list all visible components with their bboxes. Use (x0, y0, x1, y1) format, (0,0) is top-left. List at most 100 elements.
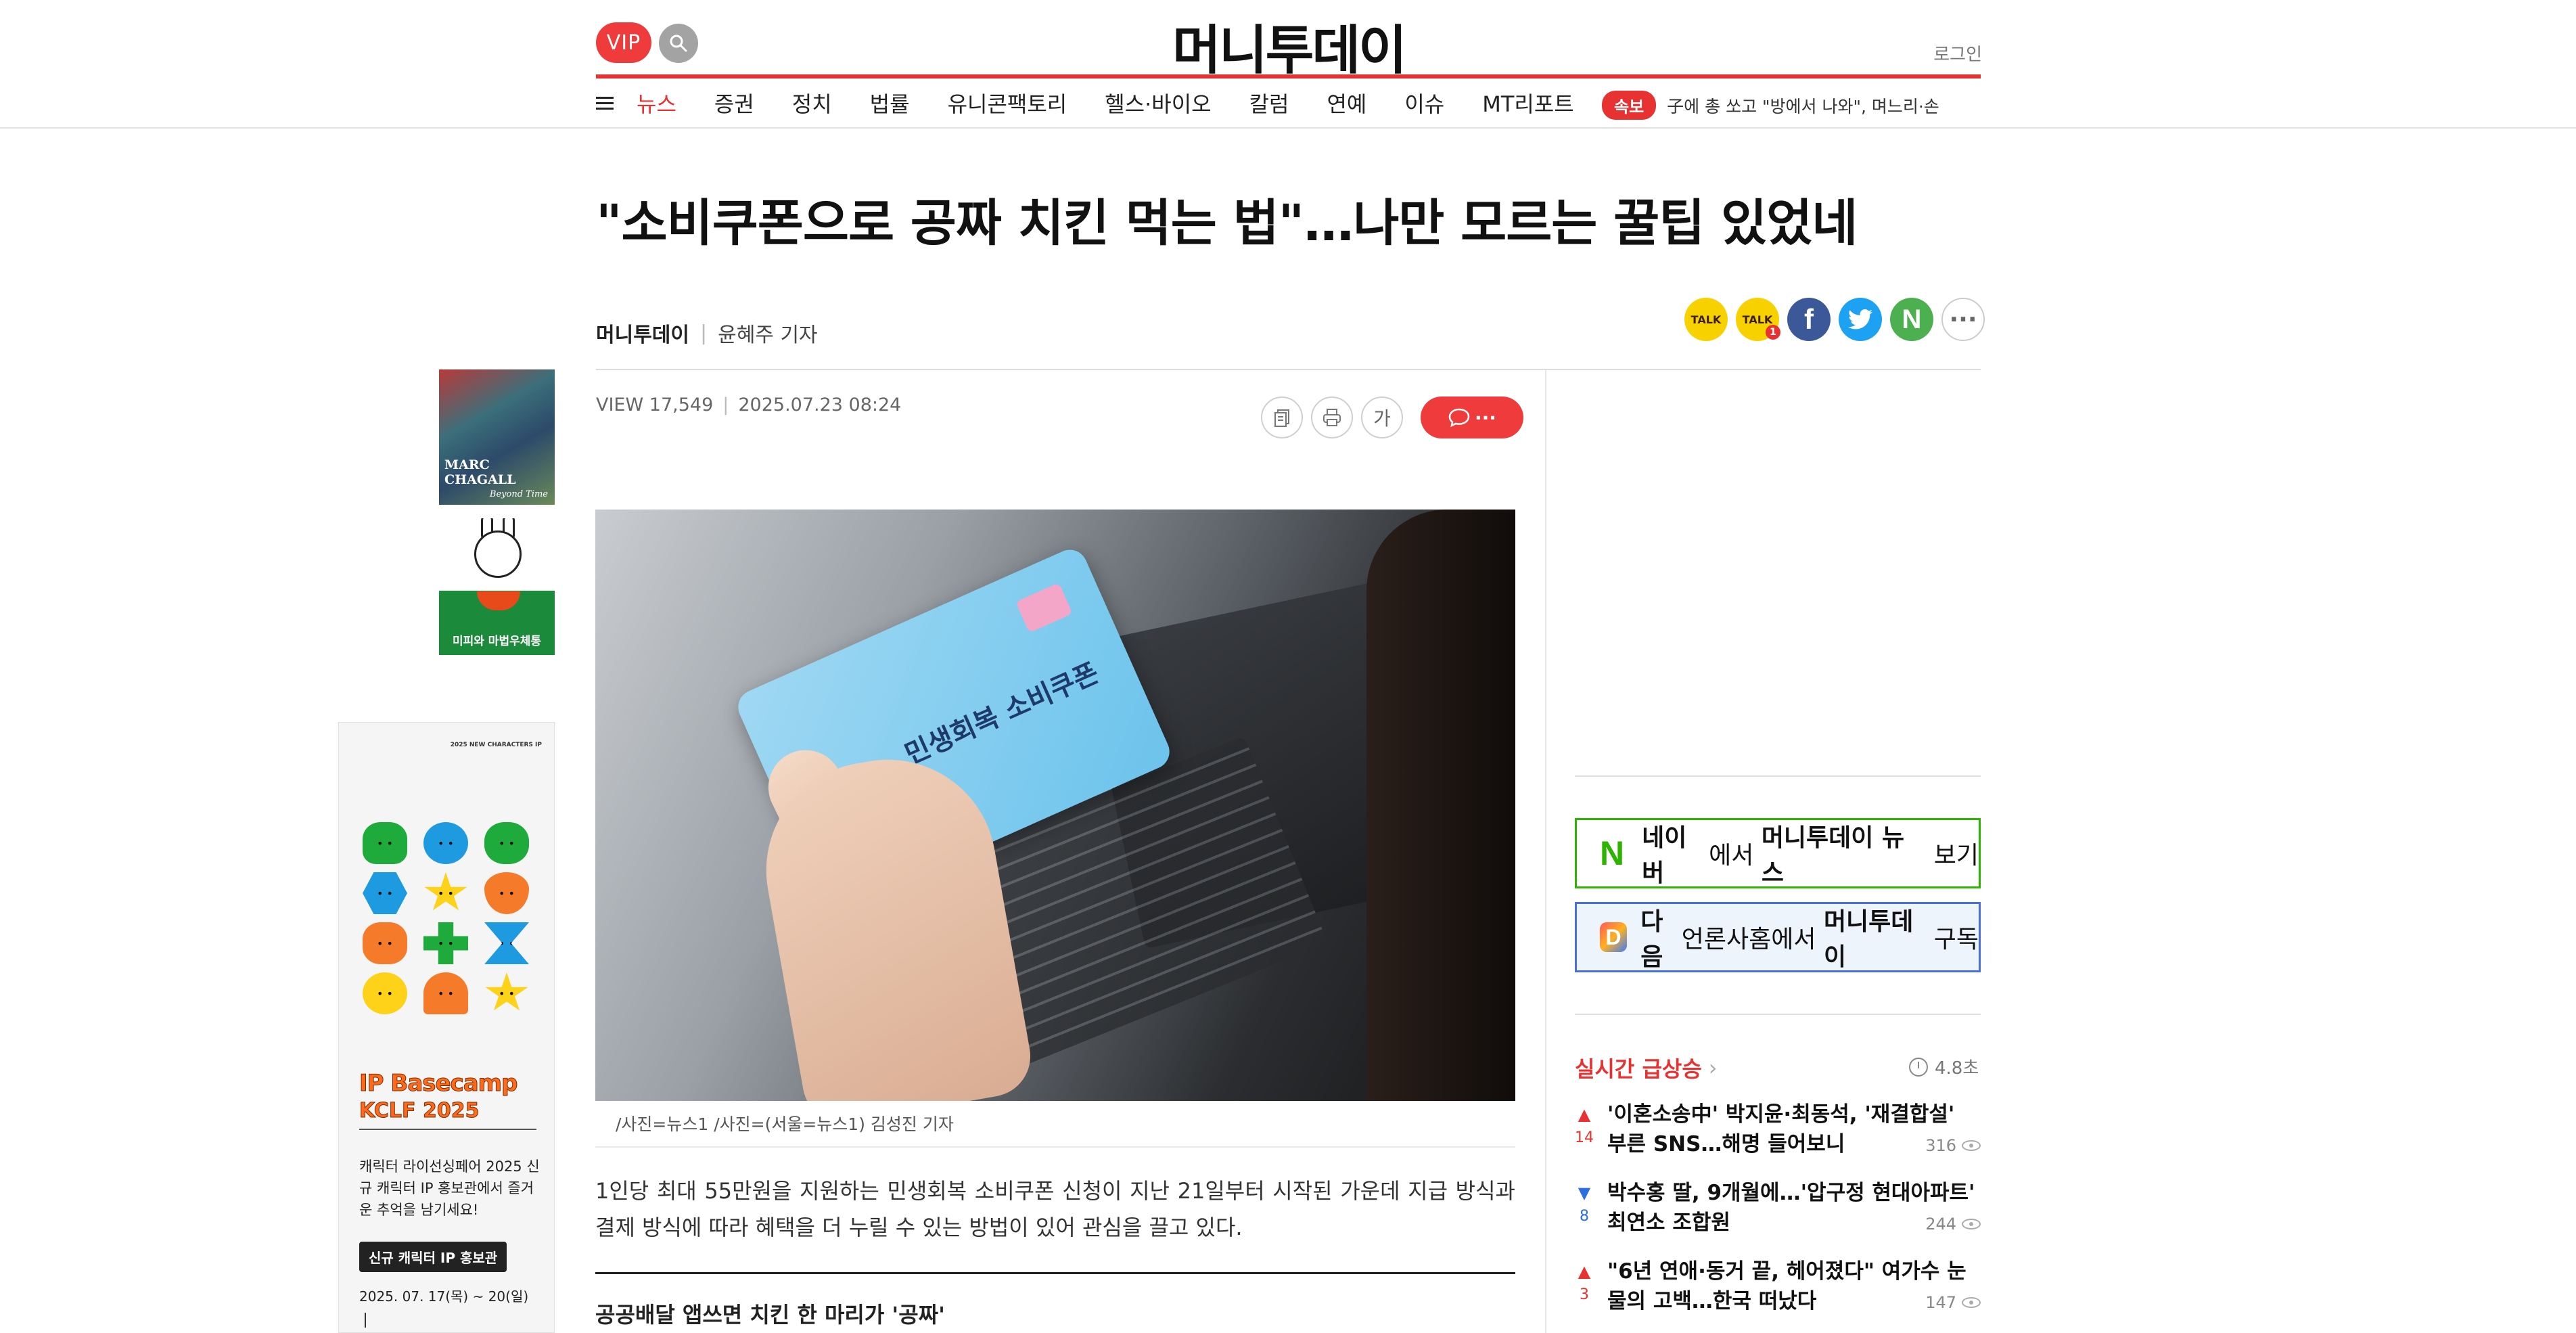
nav-item-mt-report[interactable]: MT리포트 (1482, 87, 1573, 118)
breaking-news-ticker[interactable]: 속보 子에 총 쏘고 "방에서 나와", 며느리·손 (1602, 91, 1981, 120)
ranking-item[interactable]: ▼ 8 박수홍 딸, 9개월에…'압구정 현대아파트' 최연소 조합원 244 (1575, 1178, 1981, 1257)
share-bar: TALK TALK 1 f N ··· (1684, 298, 1985, 341)
comment-icon (1448, 408, 1470, 428)
daum-label-prefix: 다음 (1640, 908, 1663, 971)
ranking-item[interactable]: ▲ 3 "6년 연애·동거 끝, 헤어졌다" 여가수 눈물의 고백…한국 떠났다… (1575, 1257, 1981, 1333)
font-size-button[interactable]: 가 (1361, 397, 1403, 438)
naver-icon: N (1902, 304, 1922, 334)
realtime-interval: 4.8초 (1935, 1058, 1979, 1079)
comment-button[interactable]: ··· (1421, 397, 1523, 438)
more-icon: ··· (1949, 305, 1977, 334)
nav-item-entertainment[interactable]: 연예 (1327, 87, 1366, 118)
naver-news-button[interactable]: N 네이버 에서 머니투데이 뉴스 보기 (1575, 818, 1981, 888)
rank-delta: 14 (1575, 1129, 1594, 1146)
article-subheading: 공공배달 앱쓰면 치킨 한 마리가 '공짜' (595, 1302, 945, 1328)
rank-delta: 3 (1580, 1286, 1589, 1303)
card-chip (1015, 583, 1073, 633)
print-button[interactable] (1311, 397, 1353, 438)
eye-icon (1962, 1140, 1981, 1151)
daum-label-suffix: 구독 (1926, 926, 1979, 953)
login-link[interactable]: 로그인 (1901, 41, 1982, 66)
facebook-share-button[interactable]: f (1787, 298, 1831, 341)
naver-share-button[interactable]: N (1890, 298, 1933, 341)
twitter-share-button[interactable] (1839, 298, 1882, 341)
chagall-ad-subtitle: Beyond Time (489, 489, 548, 499)
realtime-title-text: 실시간 급상승 (1575, 1056, 1702, 1082)
kclf-tick (365, 1313, 366, 1328)
chagall-ad-banner[interactable]: MARC CHAGALL Beyond Time (439, 369, 555, 505)
character-blue-sun: • • (423, 822, 468, 864)
kakaotalk-icon: TALK (1690, 313, 1722, 326)
site-logo[interactable]: 머니투데이 (1082, 8, 1495, 81)
nav-item-stocks[interactable]: 증권 (714, 87, 754, 118)
daum-subscribe-button[interactable]: D 다음 언론사홈에서 머니투데이 구독 (1575, 902, 1981, 972)
ranking-views: 316 (1918, 1136, 1981, 1155)
daum-label-brand: 머니투데이 (1823, 908, 1914, 971)
kclf-ad-banner[interactable]: 2025 NEW CHARACTERS IP • • • • • • • • •… (338, 722, 555, 1333)
eye-icon (1962, 1297, 1981, 1308)
author-name[interactable]: 윤혜주 기자 (718, 318, 818, 348)
character-yellow-star-2: • • (485, 972, 528, 1011)
kclf-description: 캐릭터 라이선싱페어 2025 신규 캐릭터 IP 홍보관에서 즐거운 추억을 … (359, 1158, 540, 1218)
photo-caption: /사진=뉴스1 /사진=(서울=뉴스1) 김성진 기자 (616, 1114, 954, 1134)
character-orange-flower: • • (363, 922, 407, 964)
realtime-trending-title[interactable]: 실시간 급상승 › (1575, 1052, 1718, 1083)
print-icon (1323, 409, 1341, 426)
font-size-icon: 가 (1373, 407, 1391, 430)
menu-icon[interactable] (596, 95, 637, 110)
more-share-button[interactable]: ··· (1941, 298, 1985, 341)
kclf-ad-header: 2025 NEW CHARACTERS IP (450, 742, 542, 748)
chevron-right-icon: › (1708, 1055, 1718, 1081)
realtime-ranking-list: ▲ 14 '이혼소송中' 박지윤·최동석, '재결합설' 부른 SNS…해명 들… (1575, 1100, 1981, 1333)
character-blue-hexagon: • • (363, 872, 407, 914)
daum-logo-icon: D (1600, 922, 1628, 952)
nav-item-issue[interactable]: 이슈 (1404, 87, 1444, 118)
press-name[interactable]: 머니투데이 (596, 318, 689, 348)
character-green-cross: • • (423, 922, 468, 964)
nav-item-column[interactable]: 칼럼 (1249, 87, 1289, 118)
kakaotalk-share-button[interactable]: TALK (1684, 298, 1728, 341)
article-photo[interactable]: 민생회복 소비쿠폰 (595, 510, 1515, 1101)
miffy-ad-banner[interactable]: 미피와 마법우체통 (439, 518, 555, 655)
nav-item-unicorn-factory[interactable]: 유니콘팩토리 (948, 87, 1067, 118)
nav-item-health-bio[interactable]: 헬스·바이오 (1105, 87, 1211, 118)
title-divider (596, 369, 1981, 370)
realtime-refresh: 4.8초 (1909, 1054, 1979, 1079)
kakao-badge: 1 (1766, 325, 1780, 340)
nav-item-law[interactable]: 법률 (870, 87, 910, 118)
kakaotalk-icon: TALK (1742, 313, 1773, 326)
view-count: VIEW 17,549 (596, 394, 714, 415)
kclf-date: 2025. 07. 17(목) ~ 20(일) (359, 1288, 529, 1305)
eye-icon (1962, 1219, 1981, 1229)
rank-up-icon: ▲ (1578, 1262, 1591, 1281)
kclf-character-grid: • • • • • • • • • • • • • • • • • • • • … (358, 821, 534, 1015)
kclf-pill: 신규 캐릭터 IP 홍보관 (359, 1242, 507, 1272)
caption-divider (595, 1146, 1515, 1148)
comment-count: ··· (1475, 406, 1496, 429)
ranking-views: 244 (1918, 1215, 1981, 1234)
kclf-brand-line-2: KCLF 2025 (359, 1099, 480, 1123)
chagall-ad-title: MARC CHAGALL (444, 457, 516, 487)
copy-button[interactable] (1261, 397, 1303, 438)
miffy-head (474, 530, 522, 578)
breaking-text[interactable]: 子에 총 쏘고 "방에서 나와", 며느리·손 (1667, 93, 1939, 118)
article-meta: VIEW 17,549 | 2025.07.23 08:24 (596, 394, 901, 415)
nav-item-news[interactable]: 뉴스 (637, 87, 676, 118)
naver-label-prefix: 네이버 (1642, 824, 1687, 887)
naver-label-suffix: 보기 (1926, 842, 1979, 869)
facebook-icon: f (1804, 303, 1814, 335)
copy-icon (1274, 409, 1289, 427)
vip-button[interactable]: VIP (596, 22, 651, 63)
twitter-icon (1848, 309, 1872, 330)
search-button[interactable] (659, 24, 698, 63)
daum-label-mid: 언론사홈에서 (1681, 926, 1824, 953)
article-headline: "소비쿠폰으로 공짜 치킨 먹는 법"…나만 모르는 꿀팁 있었네 (596, 194, 1858, 252)
character-green-flower: • • (484, 822, 529, 864)
sidebar-divider-2 (1575, 1014, 1981, 1015)
article-column-divider (1545, 370, 1546, 1333)
kakaotalk-channel-button[interactable]: TALK 1 (1736, 298, 1780, 341)
ranking-item[interactable]: ▲ 14 '이혼소송中' 박지윤·최동석, '재결합설' 부른 SNS…해명 들… (1575, 1100, 1981, 1178)
nav-item-politics[interactable]: 정치 (792, 87, 832, 118)
character-blue-hourglass: • • (484, 922, 529, 964)
views-count: 316 (1925, 1136, 1956, 1155)
